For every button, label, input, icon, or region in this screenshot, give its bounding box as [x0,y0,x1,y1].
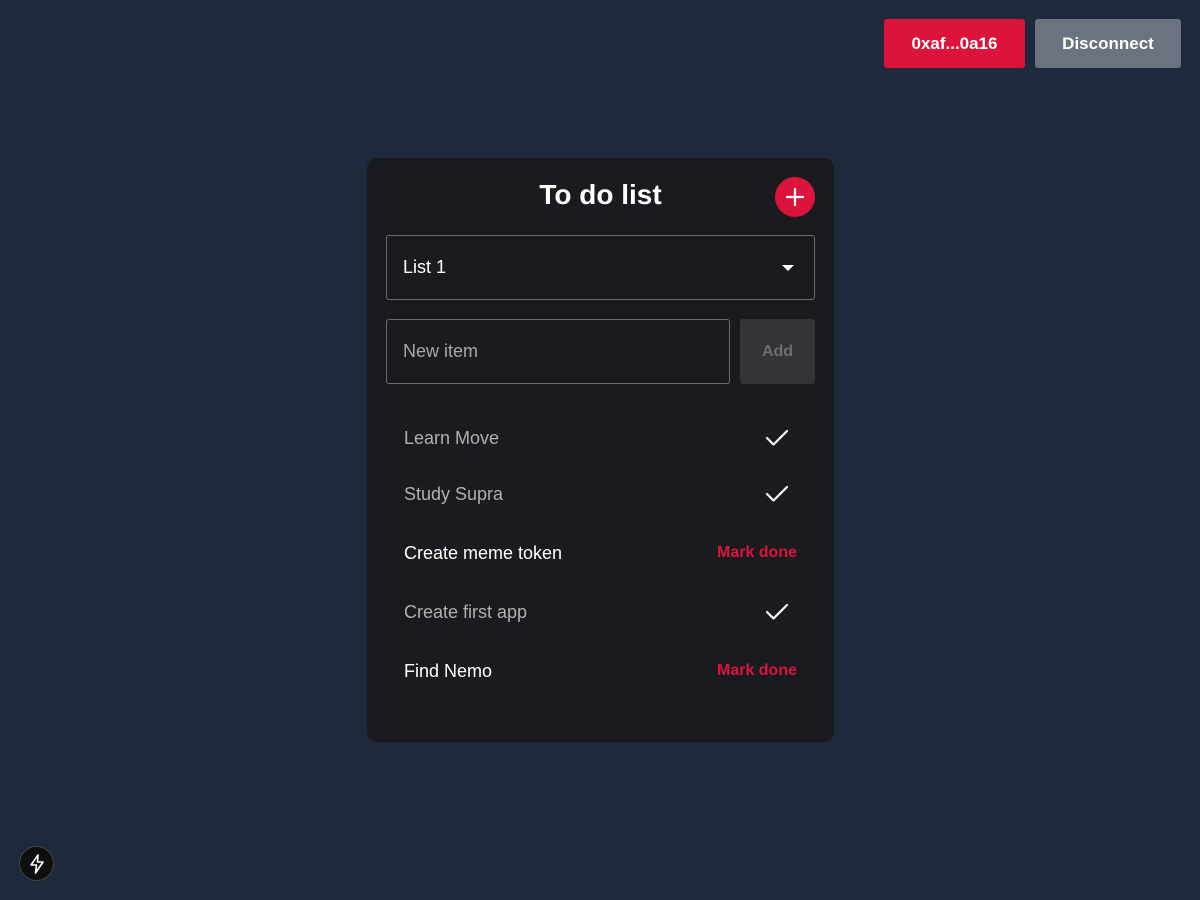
add-list-button[interactable] [775,177,815,217]
list-select[interactable]: List 1 [386,235,815,300]
done-indicator [765,428,789,448]
page-title: To do list [539,179,662,210]
plus-icon [785,187,805,207]
caret-down-icon [782,264,794,271]
new-item-input[interactable] [386,319,730,384]
top-actions: 0xaf...0a16 Disconnect [884,19,1181,68]
card-header: To do list [367,158,834,234]
todo-item: Learn Move [386,410,815,466]
list-select-value: List 1 [403,257,447,277]
done-indicator [765,484,789,504]
todo-item-label: Find Nemo [404,660,493,681]
lightning-icon [29,853,44,874]
todo-item: Study Supra [386,466,815,522]
todo-item-label: Create meme token [404,542,563,563]
add-item-button[interactable]: Add [740,319,815,384]
todo-item-label: Learn Move [404,427,500,448]
todo-list: Learn Move Study Supra Create meme token Ma… [386,410,815,702]
todo-card: To do list List 1 Add Learn Move Study Su… [367,158,834,742]
todo-item: Create first app [386,584,815,640]
mark-done-button[interactable]: Mark done [717,544,797,562]
checkmark-icon [765,485,789,502]
todo-item-label: Create first app [404,601,528,622]
disconnect-button[interactable]: Disconnect [1035,19,1181,68]
mark-done-button[interactable]: Mark done [717,662,797,680]
todo-item: Create meme token Mark done [386,522,815,584]
todo-item-label: Study Supra [404,483,504,504]
done-indicator [765,602,789,622]
checkmark-icon [765,429,789,446]
todo-item: Find Nemo Mark done [386,640,815,702]
wallet-address-button[interactable]: 0xaf...0a16 [884,19,1025,68]
checkmark-icon [765,603,789,620]
dev-tools-badge[interactable] [19,846,54,881]
